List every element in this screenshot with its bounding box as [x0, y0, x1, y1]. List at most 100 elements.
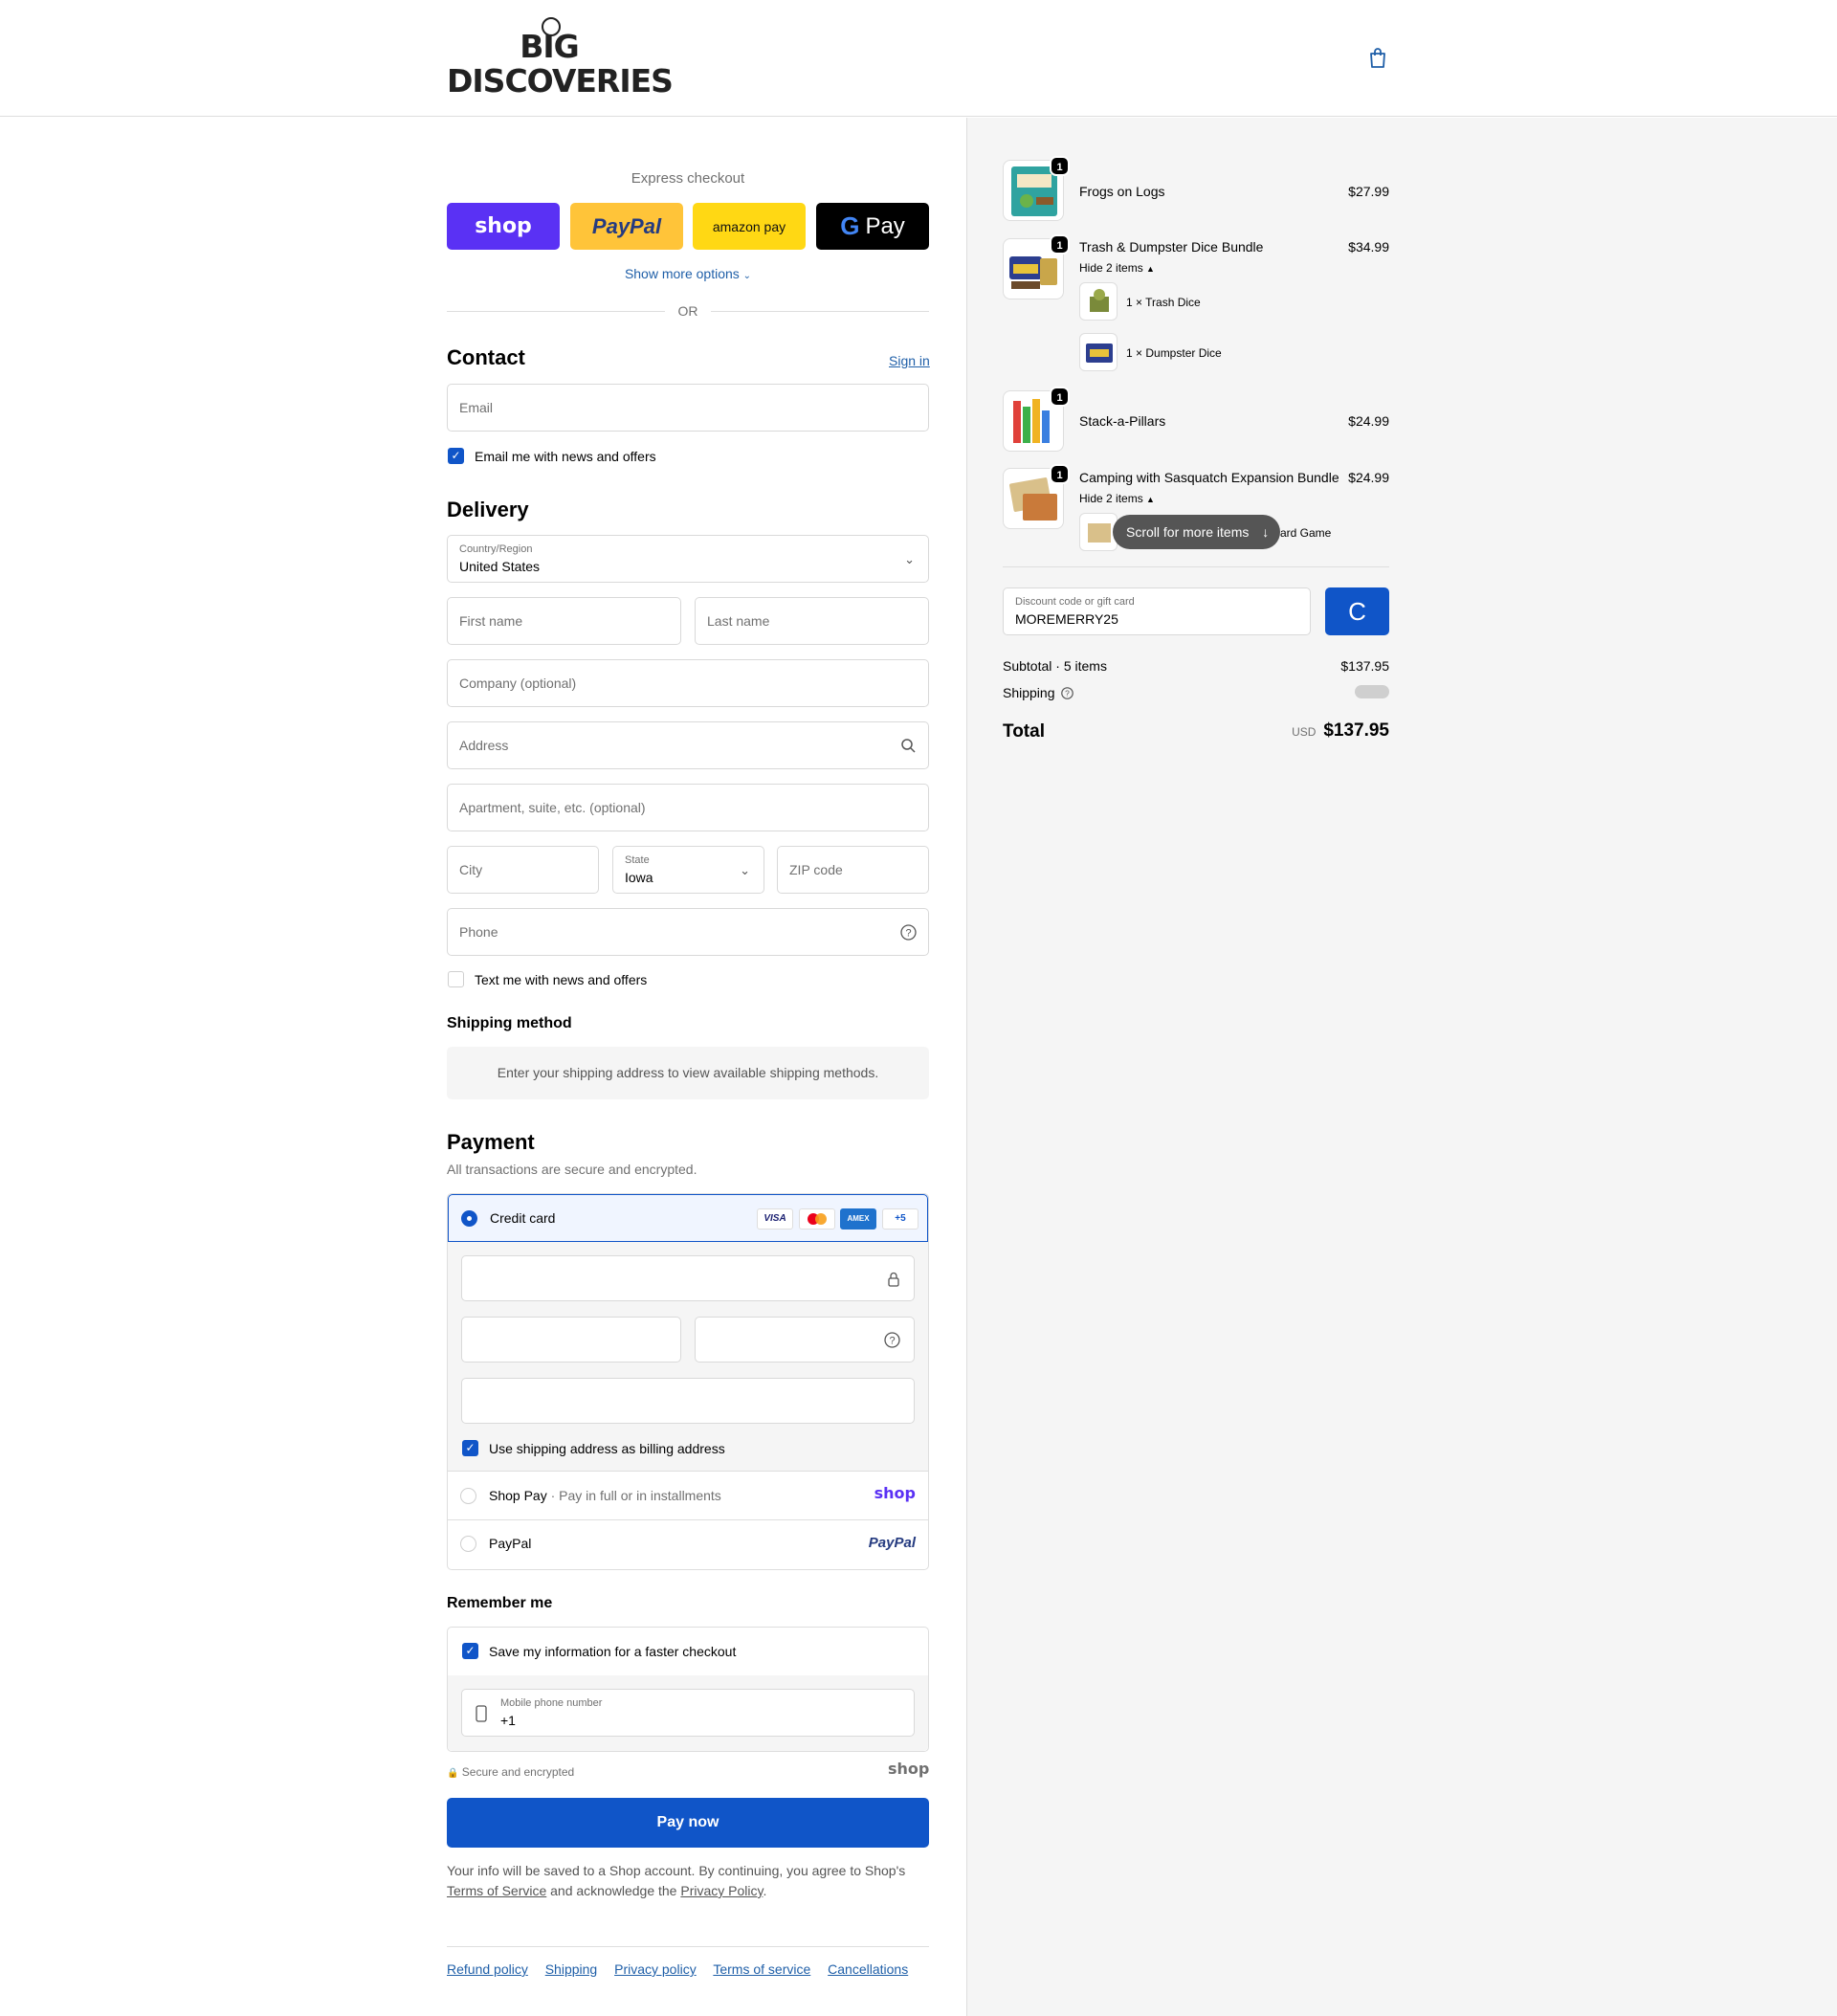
delivery-heading: Delivery [447, 498, 529, 521]
visa-icon: VISA [757, 1208, 793, 1230]
item-price: $27.99 [1348, 184, 1389, 199]
legal-text-2: and acknowledge the [550, 1883, 677, 1898]
shop-logo: shop [874, 1484, 916, 1502]
cancellations-link[interactable]: Cancellations [828, 1961, 908, 1977]
privacy-policy-link[interactable]: Privacy policy [614, 1961, 697, 1977]
hide-items-toggle[interactable]: Hide 2 items ▲ [1079, 492, 1155, 505]
privacy-link[interactable]: Privacy Policy [680, 1883, 763, 1898]
credit-card-option[interactable]: Credit card VISA AMEX +5 [448, 1194, 928, 1242]
scroll-hint-label: Scroll for more items [1126, 524, 1250, 540]
address-field[interactable]: Address [447, 721, 929, 769]
zip-placeholder: ZIP code [789, 862, 843, 877]
name-on-card-field[interactable] [461, 1378, 915, 1424]
address-placeholder: Address [459, 738, 509, 753]
hide-items-label: Hide 2 items [1079, 261, 1143, 275]
paypal-radio[interactable] [460, 1536, 476, 1552]
lock-icon [888, 1272, 899, 1287]
more-cards-badge: +5 [882, 1208, 918, 1230]
hide-items-toggle[interactable]: Hide 2 items ▲ [1079, 261, 1155, 275]
pay-now-button[interactable]: Pay now [447, 1798, 929, 1848]
logo-line1: BIG [520, 28, 580, 65]
logo-line2: DISCOVERIES [447, 62, 674, 100]
shopping-bag-icon[interactable] [1368, 48, 1387, 69]
discount-code-field[interactable]: Discount code or gift card MOREMERRY25 [1003, 587, 1311, 635]
shop-pay-radio[interactable] [460, 1488, 476, 1504]
svg-text:?: ? [1066, 689, 1071, 698]
apartment-field[interactable]: Apartment, suite, etc. (optional) [447, 784, 929, 831]
sub-item-image [1079, 513, 1118, 551]
help-icon[interactable]: ? [1061, 687, 1074, 699]
payment-subtitle: All transactions are secure and encrypte… [447, 1162, 697, 1177]
shipping-method-heading: Shipping method [447, 1015, 572, 1031]
item-price: $34.99 [1348, 239, 1389, 255]
chevron-up-icon: ▲ [1146, 264, 1155, 274]
first-name-field[interactable]: First name [447, 597, 681, 645]
zip-field[interactable]: ZIP code [777, 846, 929, 894]
shop-pay-option-text: Shop Pay · Pay in full or in installment… [489, 1488, 721, 1503]
shop-logo: shop [888, 1760, 930, 1778]
state-select[interactable]: State Iowa ⌄ [612, 846, 764, 894]
legal-period: . [763, 1883, 767, 1898]
shop-pay-button[interactable]: shop [447, 203, 560, 250]
phone-field[interactable]: Phone ? [447, 908, 929, 956]
help-icon[interactable]: ? [884, 1332, 900, 1348]
billing-same-label: Use shipping address as billing address [489, 1441, 725, 1456]
last-name-field[interactable]: Last name [695, 597, 929, 645]
paypal-button[interactable]: PayPal [570, 203, 683, 250]
expiration-date-field[interactable] [461, 1317, 681, 1362]
billing-same-checkbox[interactable]: ✓ [462, 1440, 478, 1456]
text-opt-in-checkbox[interactable] [448, 971, 464, 987]
company-field[interactable]: Company (optional) [447, 659, 929, 707]
check-icon: ✓ [465, 1644, 476, 1657]
total-label: Total [1003, 721, 1045, 742]
amex-icon: AMEX [840, 1208, 876, 1230]
shop-pay-label: Shop Pay [489, 1488, 547, 1503]
or-divider: OR [447, 301, 929, 321]
credit-card-form: ? ✓ Use shipping address as billing addr… [448, 1242, 928, 1472]
email-field[interactable]: Email [447, 384, 929, 432]
paypal-option[interactable]: PayPal PayPal [448, 1520, 928, 1568]
paypal-label: PayPal [489, 1536, 532, 1551]
terms-link[interactable]: Terms of Service [447, 1883, 546, 1898]
sub-item-name: 1 × Trash Dice [1126, 296, 1201, 309]
store-logo[interactable]: BIG DISCOVERIES [447, 17, 674, 100]
mobile-phone-value: +1 [500, 1713, 516, 1728]
check-icon: ✓ [465, 1441, 476, 1454]
subtotal-value: $137.95 [1340, 658, 1389, 674]
state-label: State [625, 854, 650, 866]
apply-discount-button[interactable]: C [1325, 587, 1389, 635]
security-code-field[interactable]: ? [695, 1317, 915, 1362]
email-placeholder: Email [459, 400, 494, 415]
quantity-badge: 1 [1050, 234, 1070, 255]
item-name: Stack-a-Pillars [1079, 413, 1166, 429]
help-icon[interactable]: ? [900, 924, 917, 941]
scroll-for-more-button[interactable]: Scroll for more items ↓ [1113, 515, 1280, 549]
arrow-down-icon: ↓ [1262, 524, 1270, 540]
country-select[interactable]: Country/Region United States ⌄ [447, 535, 929, 583]
shipping-row-label: Shipping ? [1003, 685, 1074, 700]
save-info-checkbox[interactable]: ✓ [462, 1643, 478, 1659]
shipping-link[interactable]: Shipping [545, 1961, 598, 1977]
card-number-field[interactable] [461, 1255, 915, 1301]
sign-in-link[interactable]: Sign in [889, 353, 930, 368]
mobile-phone-icon [476, 1705, 487, 1722]
chevron-down-icon: ⌄ [740, 863, 750, 877]
check-icon: ✓ [451, 449, 461, 462]
terms-of-service-link[interactable]: Terms of service [713, 1961, 810, 1977]
refund-policy-link[interactable]: Refund policy [447, 1961, 528, 1977]
save-info-label: Save my information for a faster checkou… [489, 1644, 737, 1659]
email-opt-in-checkbox[interactable]: ✓ [448, 448, 464, 464]
city-field[interactable]: City [447, 846, 599, 894]
amazon-pay-button[interactable]: amazon pay [693, 203, 806, 250]
hide-items-label: Hide 2 items [1079, 492, 1143, 505]
shipping-method-placeholder: Enter your shipping address to view avai… [447, 1047, 929, 1099]
item-price: $24.99 [1348, 470, 1389, 485]
mobile-phone-field[interactable]: Mobile phone number +1 [461, 1689, 915, 1737]
shop-pay-option[interactable]: Shop Pay · Pay in full or in installment… [448, 1472, 928, 1519]
google-pay-button[interactable]: G Pay [816, 203, 929, 250]
country-value: United States [459, 559, 541, 574]
svg-text:?: ? [889, 1336, 895, 1347]
credit-card-radio[interactable] [461, 1210, 477, 1227]
show-more-options-link[interactable]: Show more options ⌄ [447, 266, 929, 281]
apartment-placeholder: Apartment, suite, etc. (optional) [459, 800, 646, 815]
